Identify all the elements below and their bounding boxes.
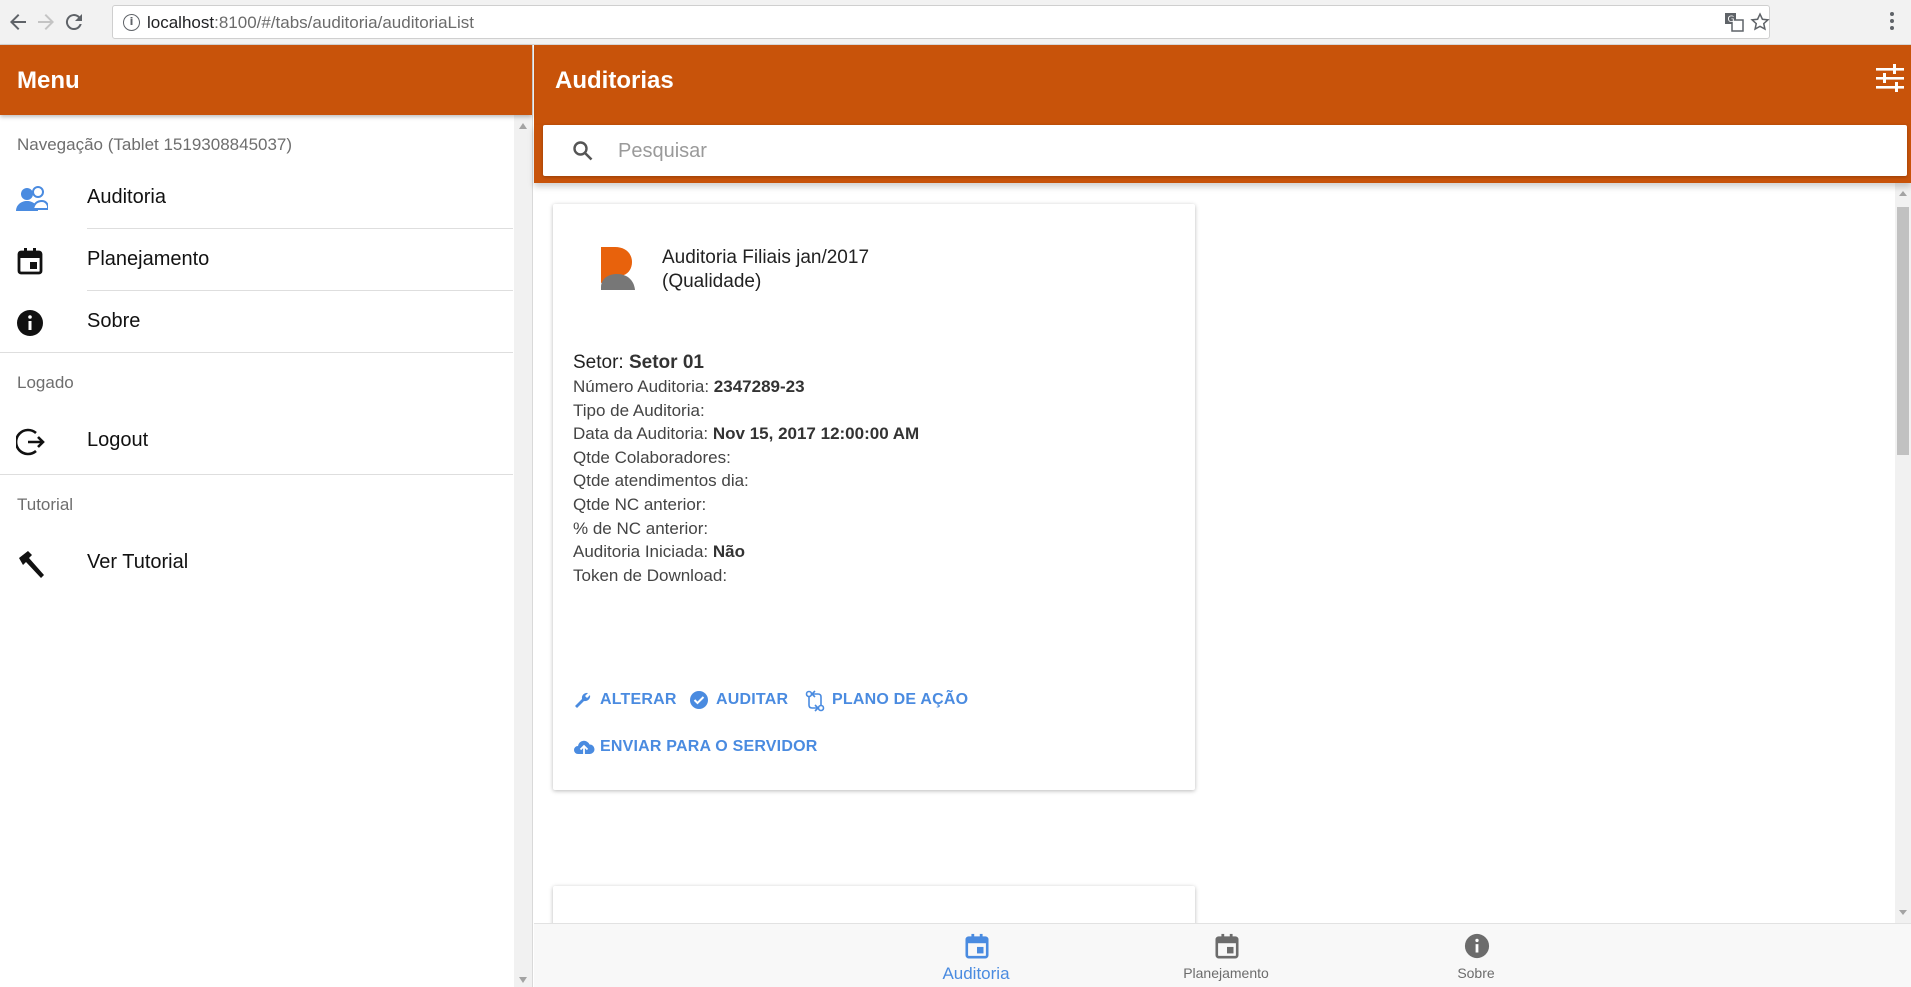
field-qtde-colaboradores: Qtde Colaboradores: <box>573 447 731 467</box>
search-input[interactable] <box>618 135 1818 167</box>
content-scrollbar[interactable] <box>1895 183 1911 923</box>
menu-item-ver-tutorial[interactable]: Ver Tutorial <box>0 527 513 597</box>
field-tipo-auditoria: Tipo de Auditoria: <box>573 400 705 420</box>
menu-item-planejamento[interactable]: Planejamento <box>0 229 513 291</box>
tab-label: Planejamento <box>1183 965 1269 981</box>
section-header-tutorial: Tutorial <box>17 495 74 514</box>
url-text: localhost:8100/#/tabs/auditoria/auditori… <box>147 13 475 32</box>
side-menu: Menu Navegação (Tablet 1519308845037) Au… <box>0 45 533 987</box>
menu-item-label: Logout <box>87 429 149 451</box>
company-logo <box>599 245 637 295</box>
section-header-navegacao: Navegação (Tablet 1519308845037) <box>17 135 293 154</box>
field-qtde-nc-anterior: Qtde NC anterior: <box>573 494 707 514</box>
wrench-icon <box>575 692 591 708</box>
hammer-icon <box>16 549 46 578</box>
audit-title: Auditoria Filiais jan/2017 (Qualidade) <box>662 246 869 294</box>
audit-details: Setor: Setor 01 Número Auditoria: 234728… <box>573 350 919 587</box>
audit-list[interactable]: Auditoria Filiais jan/2017 (Qualidade) S… <box>534 183 1911 923</box>
divider <box>0 474 513 475</box>
main-panel: Auditorias Pesquisar Auditoria Filiais j… <box>534 45 1911 987</box>
page-title: Auditorias <box>555 67 674 94</box>
calendar-icon <box>1215 933 1239 959</box>
menu-item-label: Auditoria <box>87 186 166 208</box>
logout-icon <box>14 427 46 456</box>
menu-item-label: Sobre <box>87 310 141 332</box>
bottom-tab-bar: Auditoria Planejamento Sobre <box>534 923 1911 987</box>
menu-item-sobre[interactable]: Sobre <box>0 291 513 353</box>
cloud-upload-icon <box>574 740 595 756</box>
field-setor: Setor: Setor 01 <box>573 352 704 373</box>
scroll-up-arrow[interactable] <box>519 123 527 129</box>
filter-options-icon[interactable] <box>1875 64 1905 92</box>
search-box[interactable] <box>543 125 1907 176</box>
tab-label: Auditoria <box>942 964 1010 983</box>
browser-toolbar: i localhost:8100/#/tabs/auditoria/audito… <box>0 0 1911 45</box>
menu-item-label: Ver Tutorial <box>87 551 189 573</box>
audit-title-line: Auditoria Filiais jan/2017 <box>662 247 870 268</box>
field-percent-nc-anterior: % de NC anterior: <box>573 518 709 538</box>
field-numero-auditoria: Número Auditoria: 2347289-23 <box>573 377 805 396</box>
calendar-icon <box>965 933 989 959</box>
divider <box>0 352 513 353</box>
scroll-thumb[interactable] <box>1897 207 1909 455</box>
scroll-down-arrow[interactable] <box>519 977 527 983</box>
side-menu-title: Menu <box>0 45 532 115</box>
tab-planejamento[interactable]: Planejamento <box>1146 924 1306 987</box>
audit-title-line: (Qualidade) <box>662 271 762 292</box>
main-toolbar: Auditorias <box>534 45 1911 125</box>
audit-card[interactable] <box>553 886 1195 923</box>
scroll-down-arrow[interactable] <box>1899 910 1907 915</box>
menu-item-auditoria[interactable]: Auditoria <box>0 167 513 229</box>
browser-menu-icon[interactable] <box>1884 10 1900 34</box>
info-icon <box>16 309 46 337</box>
reload-icon[interactable] <box>62 10 86 34</box>
tab-auditoria[interactable]: Auditoria <box>896 924 1056 987</box>
svg-text:G: G <box>1728 15 1735 25</box>
tab-sobre[interactable]: Sobre <box>1396 924 1556 987</box>
tab-label: Sobre <box>1457 965 1495 981</box>
translate-icon[interactable]: G <box>1723 12 1745 34</box>
git-compare-icon <box>805 690 825 712</box>
bookmark-star-icon[interactable] <box>1749 12 1771 34</box>
search-bar <box>534 125 1911 183</box>
calendar-icon <box>16 247 46 275</box>
audit-card[interactable]: Auditoria Filiais jan/2017 (Qualidade) S… <box>553 204 1195 790</box>
check-circle-icon <box>690 691 708 709</box>
info-icon <box>1464 933 1490 959</box>
field-auditoria-iniciada: Auditoria Iniciada: Não <box>573 542 745 562</box>
site-info-icon[interactable]: i <box>123 14 140 31</box>
people-icon <box>16 185 49 213</box>
search-icon <box>572 140 594 162</box>
forward-icon[interactable] <box>34 10 58 34</box>
address-bar[interactable]: i localhost:8100/#/tabs/auditoria/audito… <box>112 5 1770 39</box>
field-qtde-atendimentos: Qtde atendimentos dia: <box>573 471 749 491</box>
side-menu-scrollbar[interactable] <box>514 115 532 987</box>
field-data-auditoria: Data da Auditoria: Nov 15, 2017 12:00:00… <box>573 424 920 444</box>
back-icon[interactable] <box>6 10 30 34</box>
side-menu-list: Navegação (Tablet 1519308845037) Auditor… <box>0 115 513 597</box>
menu-item-logout[interactable]: Logout <box>0 405 513 475</box>
section-header-logado: Logado <box>17 373 74 392</box>
menu-item-label: Planejamento <box>87 248 210 270</box>
scroll-up-arrow[interactable] <box>1899 191 1907 196</box>
field-token-download: Token de Download: <box>573 565 728 585</box>
